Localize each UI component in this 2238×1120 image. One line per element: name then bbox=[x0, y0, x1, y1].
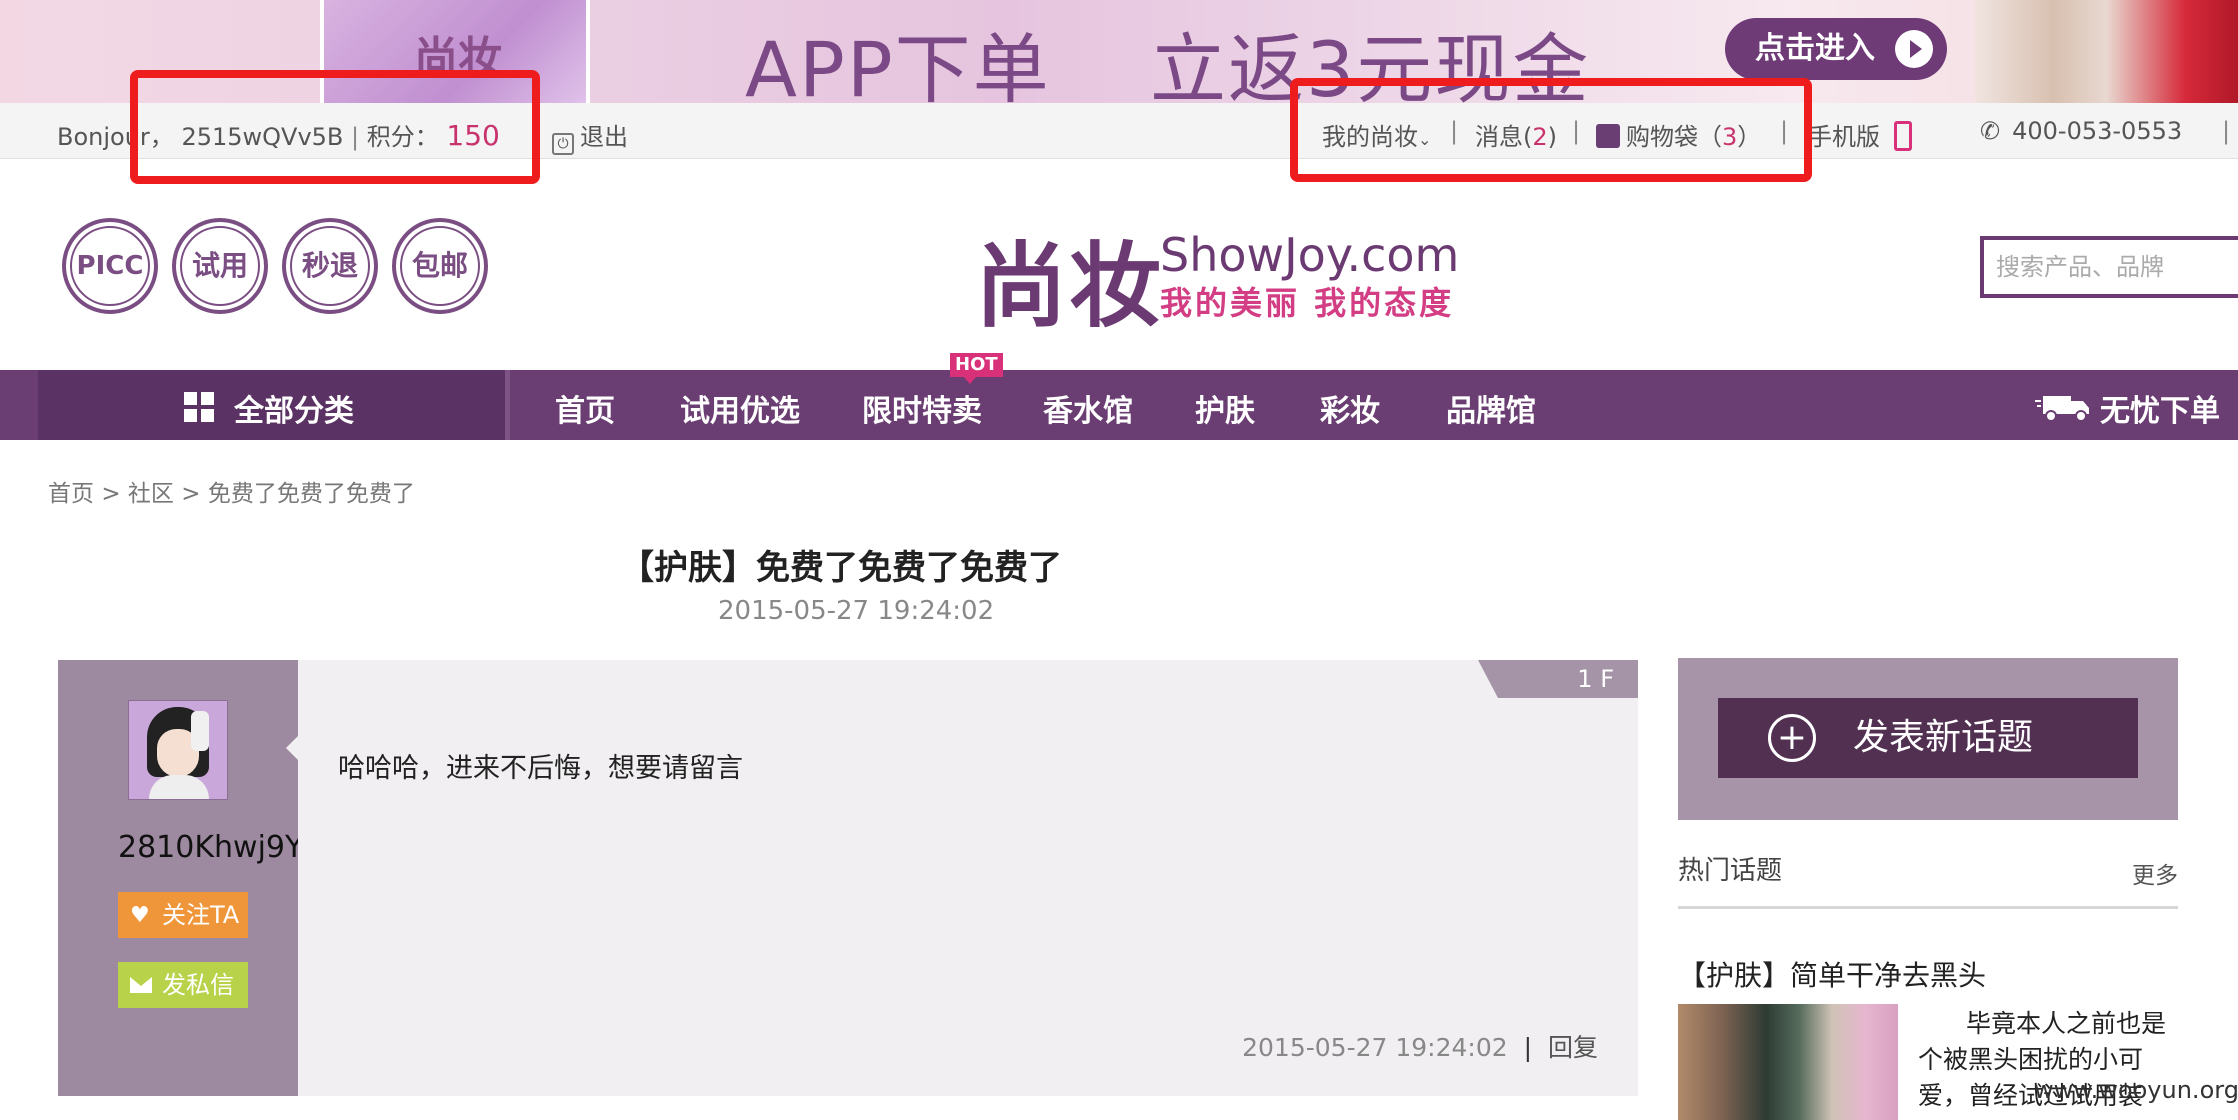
hotline-number: 400-053-0553 bbox=[2012, 117, 2183, 145]
breadcrumb: 首页 > 社区 > 免费了免费了免费了 bbox=[48, 474, 415, 508]
nav-item-skincare[interactable]: 护肤 bbox=[1195, 386, 1255, 430]
telephone-icon: ✆ bbox=[1980, 117, 2001, 145]
new-topic-panel: + 发表新话题 bbox=[1678, 658, 2178, 820]
post-footer: 2015-05-27 19:24:02 | 回复 bbox=[1242, 1028, 1598, 1064]
hot-topics-heading: 热门话题 bbox=[1678, 856, 1783, 886]
banner-products-image bbox=[1975, 0, 2238, 103]
worry-free-label[interactable]: 无忧下单 bbox=[2100, 386, 2220, 430]
mobile-version-link[interactable]: 手机版 bbox=[1808, 117, 1912, 152]
follow-button[interactable]: ♥ 关注TA bbox=[118, 892, 248, 938]
site-header: PICC 试用 秒退 包邮 尚妆 ShowJoy.com 我的美丽 我的态度 搜… bbox=[0, 160, 2238, 370]
nav-item-home[interactable]: 首页 bbox=[555, 386, 615, 430]
nav-item-flash-sale[interactable]: 限时特卖 bbox=[862, 386, 982, 430]
picc-badge[interactable]: PICC bbox=[62, 218, 158, 314]
post-author-panel: 2810Khwj9Y ♥ 关注TA 发私信 bbox=[58, 660, 303, 1096]
private-message-label: 发私信 bbox=[162, 971, 234, 999]
free-shipping-badge[interactable]: 包邮 bbox=[392, 218, 488, 314]
grid-icon bbox=[184, 392, 214, 422]
watermark: www.wooyun.org bbox=[2034, 1076, 2238, 1104]
author-username[interactable]: 2810Khwj9Y bbox=[118, 830, 303, 865]
private-message-button[interactable]: 发私信 bbox=[118, 962, 248, 1008]
breadcrumb-separator: > bbox=[101, 481, 121, 507]
separator: | bbox=[1523, 1033, 1533, 1062]
separator: | bbox=[2222, 117, 2231, 145]
hot-badge: HOT bbox=[950, 353, 1003, 384]
heart-icon: ♥ bbox=[130, 903, 150, 928]
post-content: 哈哈哈，进来不后悔，想要请留言 bbox=[338, 753, 743, 784]
plus-icon: + bbox=[1768, 714, 1816, 762]
delivery-truck-icon bbox=[2035, 396, 2089, 422]
nav-item-trial[interactable]: 试用优选 bbox=[680, 386, 800, 430]
post-body: 1 F 哈哈哈，进来不后悔，想要请留言 2015-05-27 19:24:02 … bbox=[286, 660, 1638, 1096]
trial-badge[interactable]: 试用 bbox=[172, 218, 268, 314]
post-timestamp: 2015-05-27 19:24:02 bbox=[718, 596, 995, 626]
all-categories-button[interactable]: 全部分类 bbox=[38, 370, 510, 440]
floor-number: 1 F bbox=[1478, 660, 1638, 698]
avatar[interactable] bbox=[128, 700, 228, 800]
follow-label: 关注TA bbox=[162, 901, 240, 929]
nav-item-brands[interactable]: 品牌馆 bbox=[1446, 386, 1536, 430]
breadcrumb-home[interactable]: 首页 bbox=[48, 481, 94, 507]
search-input[interactable]: 搜索产品、品牌 bbox=[1980, 236, 2238, 298]
hotline: ✆ 400-053-0553 bbox=[1980, 117, 2182, 145]
nav-item-makeup[interactable]: 彩妆 bbox=[1320, 386, 1380, 430]
mail-icon bbox=[130, 977, 152, 993]
post-footer-time: 2015-05-27 19:24:02 bbox=[1242, 1033, 1508, 1062]
new-topic-button[interactable]: + 发表新话题 bbox=[1718, 698, 2138, 778]
mobile-phone-icon bbox=[1893, 121, 1912, 151]
breadcrumb-separator: > bbox=[181, 481, 201, 507]
instant-refund-badge[interactable]: 秒退 bbox=[282, 218, 378, 314]
main-nav: 全部分类 首页 试用优选 限时特卖 HOT 香水馆 护肤 彩妆 品牌馆 无忧下单 bbox=[0, 353, 2238, 440]
sidebar: + 发表新话题 热门话题 更多 【护肤】简单干净去黑头 毕竟本人之前也是个被黑头… bbox=[1678, 658, 2178, 1120]
hot-topic-title[interactable]: 【护肤】简单干净去黑头 bbox=[1678, 954, 1986, 994]
reply-link[interactable]: 回复 bbox=[1548, 1033, 1598, 1062]
logout-link[interactable]: ⏻ 退出 bbox=[552, 117, 628, 155]
breadcrumb-current: 免费了免费了免费了 bbox=[207, 481, 415, 507]
mobile-label: 手机版 bbox=[1808, 123, 1880, 151]
breadcrumb-community[interactable]: 社区 bbox=[128, 481, 174, 507]
hot-topics-more-link[interactable]: 更多 bbox=[2132, 856, 2178, 890]
hot-topic-thumbnail[interactable] bbox=[1678, 1004, 1898, 1120]
logout-label: 退出 bbox=[580, 123, 628, 151]
power-icon: ⏻ bbox=[552, 133, 574, 155]
nav-item-perfume[interactable]: 香水馆 bbox=[1043, 386, 1133, 430]
all-categories-label: 全部分类 bbox=[234, 394, 354, 429]
post-title: 【护肤】免费了免费了免费了 bbox=[620, 548, 1062, 588]
new-topic-label: 发表新话题 bbox=[1853, 717, 2034, 758]
logo-slogan: 我的美丽 我的态度 bbox=[1160, 284, 1455, 322]
logo-english[interactable]: ShowJoy.com bbox=[1160, 228, 1459, 282]
banner-enter-button[interactable]: 点击进入 bbox=[1725, 18, 1947, 80]
banner-enter-label: 点击进入 bbox=[1755, 31, 1875, 66]
logo-chinese[interactable]: 尚妆 bbox=[975, 212, 1163, 345]
play-arrow-icon bbox=[1895, 30, 1933, 68]
banner-app-text: APP下单 bbox=[745, 25, 1051, 103]
speech-notch bbox=[286, 736, 298, 760]
divider bbox=[1678, 906, 2178, 909]
